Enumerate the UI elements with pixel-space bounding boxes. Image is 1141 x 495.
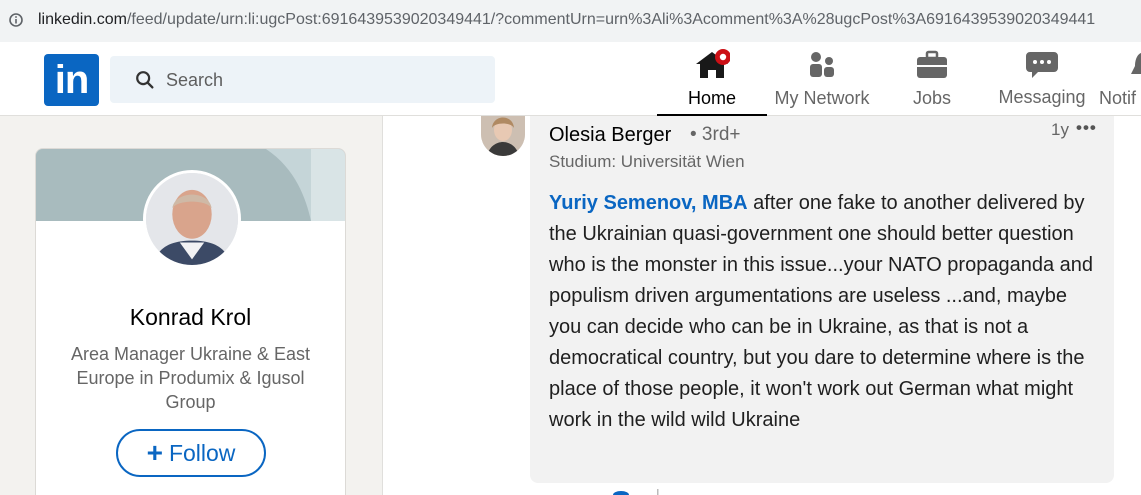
plus-icon: + xyxy=(146,437,163,468)
nav-notifications-label: Notif xyxy=(1099,88,1137,108)
bell-icon xyxy=(1131,52,1141,74)
profile-card: Konrad Krol Area Manager Ukraine & East … xyxy=(35,148,346,495)
nav-home[interactable]: Home xyxy=(657,42,767,116)
url-path: /feed/update/urn:li:ugcPost:691643953902… xyxy=(126,11,1096,28)
global-nav: in Search Home My Network Jobs Messaging… xyxy=(0,42,1141,116)
url-text[interactable]: linkedin.com/feed/update/urn:li:ugcPost:… xyxy=(38,11,1095,29)
profile-headline: Area Manager Ukraine & East Europe in Pr… xyxy=(70,344,311,412)
nav-home-label: Home xyxy=(687,88,736,108)
nav-jobs[interactable]: Jobs xyxy=(887,42,977,116)
comment: Olesia Berger • 3rd+ Studium: Universitä… xyxy=(530,116,1114,483)
profile-avatar[interactable] xyxy=(143,170,241,268)
commenter-photo xyxy=(481,116,525,156)
profile-name[interactable]: Konrad Krol xyxy=(36,304,345,331)
url-host: linkedin.com xyxy=(38,11,127,28)
more-options-icon[interactable]: ••• xyxy=(1076,118,1097,138)
feed-post-panel: Olesia Berger • 3rd+ Studium: Universitä… xyxy=(382,116,1141,495)
briefcase-icon xyxy=(917,50,947,78)
follow-button[interactable]: + Follow xyxy=(116,429,266,477)
nav-my-network[interactable]: My Network xyxy=(767,42,877,116)
nav-jobs-label: Jobs xyxy=(912,88,952,108)
follow-label: Follow xyxy=(168,440,236,466)
comment-body-text: after one fake to another delivered by t… xyxy=(549,192,1093,431)
mention-link[interactable]: Yuriy Semenov, MBA xyxy=(549,192,748,214)
browser-address-bar[interactable]: linkedin.com/feed/update/urn:li:ugcPost:… xyxy=(0,0,1141,42)
messaging-icon xyxy=(1026,52,1058,78)
home-icon xyxy=(696,49,730,78)
comment-author-name[interactable]: Olesia Berger xyxy=(549,124,671,147)
search-input[interactable]: Search xyxy=(110,56,495,103)
reaction-icons-partial xyxy=(613,489,659,495)
nav-messaging-label: Messaging xyxy=(998,87,1086,107)
nav-my-network-label: My Network xyxy=(774,88,870,108)
comment-text: Yuriy Semenov, MBA after one fake to ano… xyxy=(549,188,1094,436)
commenter-avatar[interactable] xyxy=(481,116,525,156)
connection-degree: • 3rd+ xyxy=(690,124,741,145)
comment-author-headline: Studium: Universität Wien xyxy=(549,152,745,171)
nav-notifications[interactable]: Notif xyxy=(1097,42,1141,116)
comment-timestamp: 1y xyxy=(1051,120,1069,139)
network-icon xyxy=(810,52,834,77)
site-info-icon[interactable] xyxy=(8,12,24,28)
search-icon xyxy=(136,71,154,89)
profile-photo xyxy=(146,173,238,265)
nav-messaging[interactable]: Messaging xyxy=(992,42,1092,116)
linkedin-logo[interactable]: in xyxy=(44,54,99,106)
search-placeholder: Search xyxy=(166,70,224,90)
